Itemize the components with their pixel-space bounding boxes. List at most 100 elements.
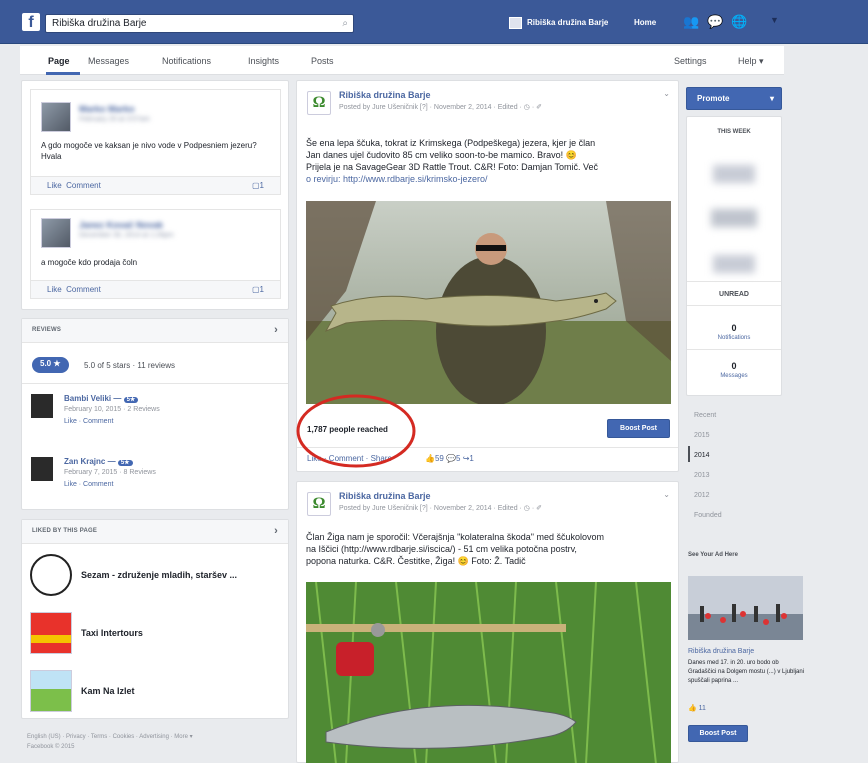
post-options-icon[interactable]: ⌄ xyxy=(663,490,670,499)
page-stats-card: THIS WEEK UNREAD 0 Notifications 0 Messa… xyxy=(686,116,782,396)
rating-summary: 5.0 of 5 stars · 11 reviews xyxy=(84,361,175,370)
tab-insights[interactable]: Insights xyxy=(248,56,279,66)
help-menu[interactable]: Help ▾ xyxy=(738,56,764,67)
review-item: Bambi Veliki — 5★ February 10, 2015 · 2 … xyxy=(31,394,281,425)
post-page-name[interactable]: Ribiška družina Barje xyxy=(339,90,431,100)
ad-title[interactable]: Ribiška družina Barje xyxy=(688,648,754,655)
liked-page-item[interactable]: Sezam - združenje mladih, staršev ... xyxy=(30,554,285,600)
tab-messages[interactable]: Messages xyxy=(88,56,129,66)
post-text: Član Žiga nam je sporočil: Včerajšnja "k… xyxy=(306,532,605,566)
messages-count[interactable]: 0 xyxy=(687,361,781,371)
timeline-years: Recent 2015 2014 2013 2012 Founded xyxy=(686,406,738,526)
avatar[interactable] xyxy=(41,102,71,132)
page-logo-icon[interactable]: Ω xyxy=(307,492,331,516)
footer-links[interactable]: English (US) · Privacy · Terms · Cookies… xyxy=(27,732,291,742)
messages-icon[interactable]: 💬 xyxy=(707,14,724,29)
ad-boost-button[interactable]: Boost Post xyxy=(688,725,748,742)
visitor-post: Janez Kovač Novak December 30, 2014 at 1… xyxy=(30,209,281,299)
post-photo-pike[interactable] xyxy=(306,201,671,404)
review-date: February 10, 2015 · 2 Reviews xyxy=(64,406,160,413)
liked-page-item[interactable]: Kam Na Izlet xyxy=(30,670,285,716)
commenter-name[interactable]: Marko Marko xyxy=(79,104,135,114)
rating-badge: 5.0 ★ xyxy=(32,357,69,373)
search-icon[interactable]: ⌕ xyxy=(342,18,348,29)
notifications-count[interactable]: 0 xyxy=(687,323,781,333)
liked-page-name[interactable]: Taxi Intertours xyxy=(81,628,143,638)
post-meta: Posted by Jure Ušeničnik [?] · November … xyxy=(339,104,543,111)
avatar[interactable] xyxy=(31,394,53,418)
comment-time: February 20 at 3:57am xyxy=(79,116,150,123)
post-reactions[interactable]: 👍59 💬5 ↪1 xyxy=(425,454,474,463)
comment-count[interactable]: ▢1 xyxy=(252,181,264,190)
reviews-card: REVIEWS › 5.0 ★ 5.0 of 5 stars · 11 revie… xyxy=(21,318,289,510)
page-avatar-icon[interactable] xyxy=(509,17,522,29)
review-stars-badge: 5★ xyxy=(117,460,133,466)
post-page-name[interactable]: Ribiška družina Barje xyxy=(339,491,431,501)
review-actions[interactable]: Like · Comment xyxy=(64,418,113,425)
review-actions[interactable]: Like · Comment xyxy=(64,481,113,488)
post-card: Ω Ribiška družina Barje Posted by Jure U… xyxy=(296,481,679,763)
tab-notifications[interactable]: Notifications xyxy=(162,56,211,66)
year-link[interactable]: 2012 xyxy=(694,492,710,499)
liked-page-item[interactable]: Taxi Intertours xyxy=(30,612,285,658)
ad-heading: See Your Ad Here xyxy=(688,552,738,558)
active-tab-indicator xyxy=(46,72,80,75)
commenter-name[interactable]: Janez Kovač Novak xyxy=(79,220,163,230)
reviews-header[interactable]: REVIEWS › xyxy=(22,319,288,343)
post-photo-trout[interactable] xyxy=(306,582,671,763)
chevron-right-icon[interactable]: › xyxy=(274,324,278,336)
review-item: Zan Krajnc — 5★ February 7, 2015 · 8 Rev… xyxy=(31,457,281,488)
friend-requests-icon[interactable]: 👥 xyxy=(683,14,700,29)
comment-link[interactable]: Comment xyxy=(66,285,101,294)
topbar-page-name[interactable]: Ribiška družina Barje xyxy=(527,18,608,27)
facebook-logo-icon[interactable]: f xyxy=(22,13,40,31)
comment-count[interactable]: ▢1 xyxy=(252,285,264,294)
post-link[interactable]: o revirju: http://www.rdbarje.si/krimsko… xyxy=(306,173,666,185)
visitor-posts-card: Marko Marko February 20 at 3:57am A gdo … xyxy=(21,80,289,310)
avatar[interactable] xyxy=(41,218,71,248)
tab-page[interactable]: Page xyxy=(48,56,70,66)
year-link[interactable]: Founded xyxy=(694,512,722,519)
year-link-active[interactable]: 2014 xyxy=(694,452,710,459)
comment-link[interactable]: Comment xyxy=(66,181,101,190)
reviewer-name[interactable]: Bambi Veliki — 5★ xyxy=(64,394,139,403)
page-logo xyxy=(30,670,72,712)
review-date: February 7, 2015 · 8 Reviews xyxy=(64,469,156,476)
like-link[interactable]: Like xyxy=(47,181,62,190)
comment-text: a mogoče kdo prodaja čoln xyxy=(41,258,138,267)
liked-header[interactable]: LIKED BY THIS PAGE › xyxy=(22,520,288,544)
tab-posts[interactable]: Posts xyxy=(311,56,334,66)
reviewer-name[interactable]: Zan Krajnc — 5★ xyxy=(64,457,133,466)
account-menu-icon[interactable]: ▼ xyxy=(770,15,779,25)
liked-page-name[interactable]: Kam Na Izlet xyxy=(81,686,135,696)
ad-preview-image[interactable] xyxy=(688,576,803,640)
globe-notifications-icon[interactable]: 🌐 xyxy=(731,14,748,29)
avatar[interactable] xyxy=(31,457,53,481)
notifications-link[interactable]: Notifications xyxy=(687,335,781,341)
caret-down-icon: ▾ xyxy=(769,94,774,103)
this-week-header: THIS WEEK xyxy=(717,129,751,135)
year-link[interactable]: 2015 xyxy=(694,432,710,439)
like-link[interactable]: Like xyxy=(47,285,62,294)
page-logo-icon[interactable]: Ω xyxy=(307,91,331,115)
search-input[interactable]: Ribiška družina Barje ⌕ xyxy=(45,14,354,33)
highlight-circle xyxy=(296,394,416,468)
ad-text: Danes med 17. in 20. uro bodo ob Gradašč… xyxy=(688,660,805,684)
chevron-right-icon[interactable]: › xyxy=(274,525,278,537)
ad-likes[interactable]: 👍 11 xyxy=(688,704,706,712)
copyright: Facebook © 2015 xyxy=(27,744,75,750)
page-logo xyxy=(30,612,72,654)
top-bar: f Ribiška družina Barje ⌕ Ribiška družin… xyxy=(0,0,868,44)
year-link[interactable]: 2013 xyxy=(694,472,710,479)
post-options-icon[interactable]: ⌄ xyxy=(663,89,670,98)
page-logo xyxy=(30,554,72,596)
messages-link[interactable]: Messages xyxy=(687,373,781,379)
boost-post-button[interactable]: Boost Post xyxy=(607,419,670,438)
footer: English (US) · Privacy · Terms · Cookies… xyxy=(27,732,291,752)
unread-header: UNREAD xyxy=(719,291,749,298)
year-link[interactable]: Recent xyxy=(694,412,716,419)
promote-button[interactable]: Promote ▾ xyxy=(686,87,782,110)
liked-page-name[interactable]: Sezam - združenje mladih, staršev ... xyxy=(81,570,237,580)
settings-link[interactable]: Settings xyxy=(674,56,707,66)
home-link[interactable]: Home xyxy=(634,18,656,27)
